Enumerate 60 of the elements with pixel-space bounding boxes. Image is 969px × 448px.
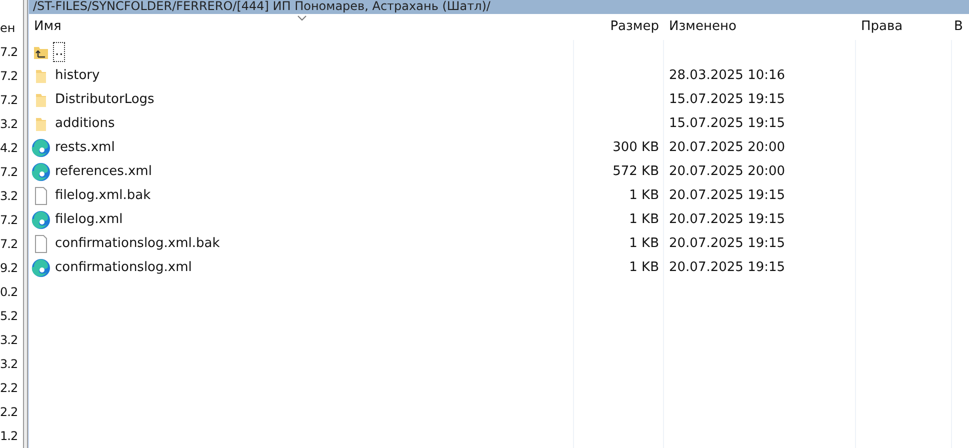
file-name[interactable]: rests.xml	[53, 138, 117, 158]
table-cell-text: 7.2	[0, 92, 19, 109]
modified-date: 20.07.2025 19:15	[668, 187, 786, 205]
modified-date: 20.07.2025 20:00	[668, 139, 786, 157]
file-name[interactable]: DistributorLogs	[53, 90, 156, 110]
table-cell-text: 7.2	[0, 236, 19, 253]
file-name[interactable]: history	[53, 66, 102, 86]
file-name[interactable]: references.xml	[53, 162, 154, 182]
file-size: 572 KB	[612, 163, 660, 181]
table-cell-text: 2.2	[0, 380, 19, 397]
table-cell-text: 9.2	[0, 260, 19, 277]
file-icon	[33, 187, 49, 205]
table-cell-text: 7.2	[0, 212, 19, 229]
file-size: 1 KB	[628, 187, 660, 205]
modified-date: 20.07.2025 20:00	[668, 163, 786, 181]
column-header[interactable]: В	[952, 14, 966, 40]
modified-date: 15.07.2025 19:15	[668, 115, 786, 133]
table-cell-text: 5.2	[0, 308, 19, 325]
modified-date: 20.07.2025 19:15	[668, 235, 786, 253]
table-cell-text: 4.2	[0, 140, 19, 157]
browser-file-icon	[31, 162, 51, 182]
table-cell-text: 7.2	[0, 164, 19, 181]
folder-icon	[33, 68, 49, 84]
file-name[interactable]: filelog.xml.bak	[53, 186, 153, 206]
file-name[interactable]: additions	[53, 114, 117, 134]
column-header[interactable]: Права	[856, 14, 952, 40]
table-cell-text: 3.2	[0, 116, 19, 133]
table-cell-text: 2.2	[0, 404, 19, 421]
file-size: 1 KB	[628, 259, 660, 277]
file-name[interactable]: confirmationslog.xml.bak	[53, 234, 222, 254]
modified-date: 15.07.2025 19:15	[668, 91, 786, 109]
table-cell-text: 3.2	[0, 188, 19, 205]
column-header[interactable]: Имя	[29, 14, 574, 40]
file-name[interactable]: ..	[53, 42, 66, 62]
browser-file-icon	[31, 210, 51, 230]
table-cell-text: 7.2	[0, 68, 19, 85]
column-header[interactable]: Изменено	[664, 14, 856, 40]
browser-file-icon	[31, 138, 51, 158]
file-size: 300 KB	[612, 139, 660, 157]
folder-icon	[33, 92, 49, 108]
table-cell-text: 3.2	[0, 332, 19, 349]
folder-icon	[33, 116, 49, 132]
file-size: 1 KB	[628, 235, 660, 253]
column-header[interactable]: ен	[0, 16, 23, 40]
parent-folder-icon	[33, 44, 49, 60]
file-name[interactable]: filelog.xml	[53, 210, 125, 230]
sort-caret-icon	[297, 15, 307, 21]
path-bar: /ST-FILES/SYNCFOLDER/FERRERO/[444] ИП Пономарев, Астрахань (Шатл)/	[29, 0, 969, 14]
browser-file-icon	[31, 258, 51, 278]
table-cell-text: 3.2	[0, 356, 19, 373]
modified-date: 20.07.2025 19:15	[668, 211, 786, 229]
modified-date: 28.03.2025 10:16	[668, 67, 786, 85]
table-cell-text: 0.2	[0, 284, 19, 301]
table-cell-text: 7.2	[0, 44, 19, 61]
column-header[interactable]: Размер	[574, 14, 664, 40]
table-cell-text: 1.2	[0, 428, 19, 445]
file-size: 1 KB	[628, 211, 660, 229]
file-name[interactable]: confirmationslog.xml	[53, 258, 194, 278]
file-icon	[33, 235, 49, 253]
modified-date: 20.07.2025 19:15	[668, 259, 786, 277]
